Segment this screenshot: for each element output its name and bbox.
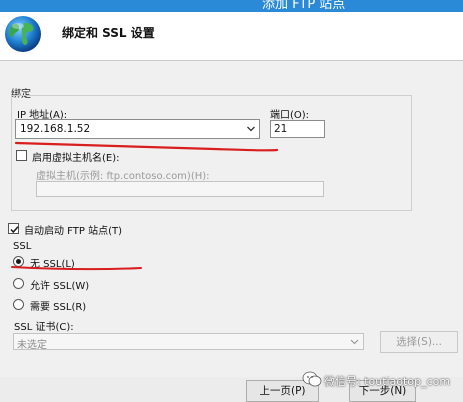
globe-icon: [5, 16, 41, 52]
require-ssl-label: 需要 SSL(R): [30, 302, 87, 313]
ssl-section-label: SSL: [13, 241, 32, 252]
ssl-cert-label: SSL 证书(C):: [14, 322, 74, 333]
require-ssl-radio[interactable]: [13, 299, 24, 310]
no-ssl-label: 无 SSL(L): [30, 259, 75, 270]
page-heading: 绑定和 SSL 设置: [62, 26, 155, 40]
wechat-icon: [302, 371, 322, 387]
auto-start-label: 自动启动 FTP 站点(T): [24, 226, 122, 237]
port-label: 端口(O):: [270, 110, 310, 121]
chevron-down-icon: [350, 339, 359, 345]
allow-ssl-label: 允许 SSL(W): [30, 281, 90, 292]
virtual-host-input[interactable]: [36, 181, 324, 197]
port-input[interactable]: 21: [270, 120, 325, 138]
wizard-header: 绑定和 SSL 设置: [0, 12, 463, 60]
ip-address-select[interactable]: 192.168.1.52: [15, 119, 260, 139]
checkmark-icon: [10, 226, 19, 234]
virtual-host-checkbox-label: 启用虚拟主机名(E):: [32, 153, 120, 164]
ssl-cert-value: 未选定: [17, 340, 47, 351]
allow-ssl-radio[interactable]: [13, 278, 24, 289]
title-bar: 添加 FTP 站点: [0, 0, 463, 12]
port-value: 21: [274, 123, 288, 135]
watermark: 微信号: toutiaotop_com: [300, 369, 463, 391]
chevron-down-icon: [247, 126, 255, 132]
no-ssl-radio[interactable]: [13, 256, 24, 267]
virtual-host-checkbox[interactable]: [16, 150, 27, 161]
auto-start-checkbox[interactable]: [8, 223, 19, 234]
ssl-cert-select[interactable]: 未选定: [13, 333, 364, 351]
select-cert-button[interactable]: 选择(S)...: [380, 331, 458, 353]
radio-selected-dot: [16, 259, 21, 264]
watermark-text: 微信号: toutiaotop_com: [324, 375, 451, 388]
window-title: 添加 FTP 站点: [262, 0, 346, 12]
virtual-host-field-label: 虚拟主机(示例: ftp.contoso.com)(H):: [36, 171, 210, 182]
ip-address-value: 192.168.1.52: [20, 123, 91, 135]
